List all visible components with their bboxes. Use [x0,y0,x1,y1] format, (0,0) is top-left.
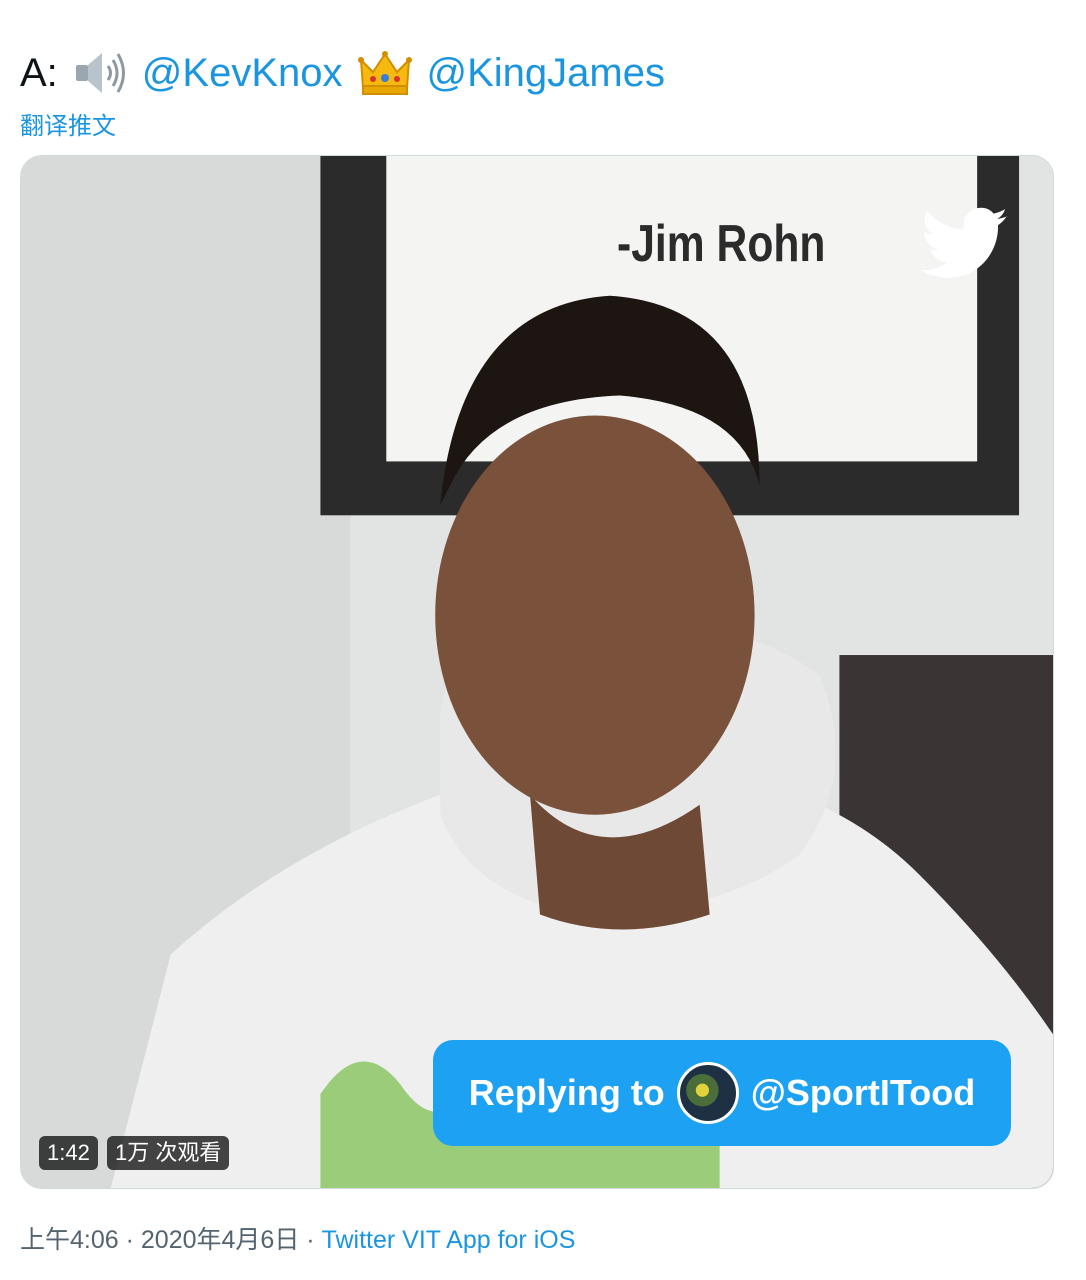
translate-tweet-link[interactable]: 翻译推文 [20,106,116,141]
replying-to-handle: @SportITood [750,1072,976,1113]
mention-kingjames[interactable]: @KingJames [427,40,665,106]
crown-icon [357,51,412,95]
meta-separator: · [306,1226,315,1254]
speaker-high-volume-icon [75,53,125,93]
tweet-date[interactable]: 2020年4月6日 [141,1226,299,1254]
twitter-bird-icon [921,207,1008,278]
avatar [676,1062,739,1124]
replying-to-overlay: Replying to @SportITood [433,1040,1011,1146]
tweet-prefix: A: [20,51,58,95]
mention-kevknox[interactable]: @KevKnox [142,40,343,106]
video-frame [21,156,1053,1188]
video-player[interactable]: -Jim Rohn Replying to @SportITood 1:42 1… [20,155,1054,1189]
tweet-meta: 上午4:06 · 2020年4月6日 · Twitter VIT App for… [20,1220,575,1256]
view-count: 1万 次观看 [107,1136,230,1170]
meta-separator: · [125,1226,134,1254]
tweet-text: A: @KevKnox @KingJames [20,40,665,106]
poster-attribution: -Jim Rohn [617,215,826,273]
replying-to-label: Replying to [468,1072,665,1113]
video-duration: 1:42 [39,1136,98,1170]
tweet-time[interactable]: 上午4:06 [20,1226,119,1254]
tweet-source-link[interactable]: Twitter VIT App for iOS [322,1226,576,1254]
